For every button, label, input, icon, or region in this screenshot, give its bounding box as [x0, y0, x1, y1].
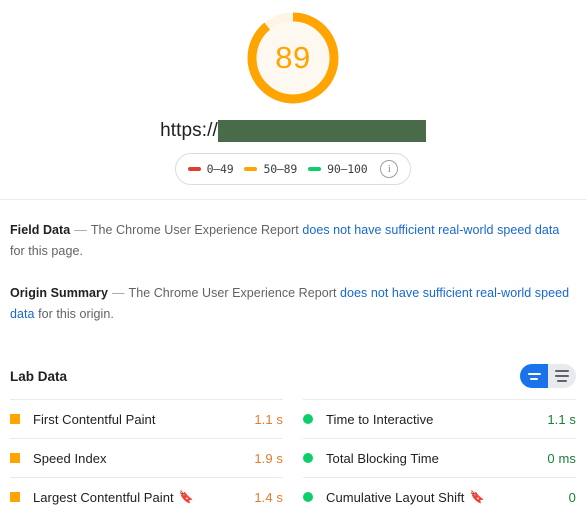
field-data-dash: — [74, 223, 87, 237]
origin-summary-text-before: The Chrome User Experience Report [128, 286, 337, 300]
field-data-section: Field Data — The Chrome User Experience Re… [0, 220, 586, 325]
compact-view-icon-line-1 [527, 372, 541, 375]
legend-label-good: 90–100 [327, 162, 368, 176]
origin-summary-title: Origin Summary [10, 286, 108, 300]
metric-name: Speed Index [33, 450, 107, 466]
table-row[interactable]: Largest Contentful Paint 🔖 1.4 s [10, 477, 283, 516]
field-data-text-before: The Chrome User Experience Report [90, 223, 299, 237]
metric-name: Total Blocking Time [326, 450, 439, 466]
metric-status-circle-icon [303, 492, 313, 502]
core-web-vital-flag-icon: 🔖 [469, 490, 485, 504]
audited-url-row: https:// [0, 120, 586, 142]
gauge-score-text: 89 [275, 40, 311, 75]
field-data-title: Field Data [10, 223, 71, 237]
legend-dash-average-icon [244, 167, 258, 171]
metric-status-circle-icon [303, 414, 313, 424]
legend-label-fail: 0–49 [206, 162, 234, 176]
legend-dash-good-icon [308, 167, 322, 171]
origin-summary-paragraph: Origin Summary — The Chrome User Experienc… [10, 283, 576, 325]
metric-status-square-icon [10, 492, 20, 502]
info-icon[interactable]: i [380, 160, 399, 178]
lighthouse-report-page: { "gauge": { "score": "89", "score_value… [0, 0, 586, 525]
lab-data-title: Lab Data [10, 368, 68, 384]
table-row[interactable]: Speed Index 1.9 s [10, 438, 283, 477]
metric-name: First Contentful Paint [33, 411, 156, 427]
field-data-link[interactable]: does not have sufficient real-world spee… [302, 223, 559, 237]
origin-summary-dash: — [111, 286, 125, 300]
compact-view-icon-line-2 [530, 377, 538, 380]
metric-name: Cumulative Layout Shift [326, 489, 465, 505]
metric-value: 1.1 s [547, 411, 576, 427]
field-data-text-after: for this page. [10, 244, 83, 258]
score-legend-row: 0–49 50–89 90–100 i [0, 153, 586, 185]
score-gauge-container: 89 [0, 0, 586, 108]
legend-dash-fail-icon [187, 167, 201, 171]
legend-item-good: 90–100 [308, 162, 368, 176]
url-scheme-text: https:// [160, 120, 218, 141]
origin-summary-text-after: for this origin. [38, 307, 114, 321]
metric-value: 0 ms [547, 450, 576, 466]
metric-value: 1.9 s [254, 450, 283, 466]
expanded-view-icon-line-2 [555, 375, 569, 377]
metric-value: 1.1 s [254, 411, 283, 427]
field-data-paragraph: Field Data — The Chrome User Experience Re… [10, 220, 576, 262]
legend-label-average: 50–89 [263, 162, 298, 176]
expanded-view-icon-line-1 [555, 370, 569, 372]
lab-data-view-toggle[interactable] [520, 364, 576, 388]
metric-status-square-icon [10, 453, 20, 463]
table-row[interactable]: First Contentful Paint 1.1 s [10, 399, 283, 438]
toggle-expanded-view-button[interactable] [548, 364, 576, 388]
table-row[interactable]: Total Blocking Time 0 ms [303, 438, 576, 477]
metric-value: 0 [568, 489, 576, 505]
metric-status-circle-icon [303, 453, 313, 463]
metric-status-square-icon [10, 414, 20, 424]
metric-name: Time to Interactive [326, 411, 434, 427]
expanded-view-icon-line-3 [557, 380, 567, 382]
score-legend: 0–49 50–89 90–100 i [174, 153, 412, 185]
metric-name: Largest Contentful Paint [33, 489, 174, 505]
lab-metrics-column-left: First Contentful Paint 1.1 s Speed Index… [10, 399, 283, 516]
performance-score-gauge[interactable]: 89 [243, 8, 343, 108]
lab-data-header: Lab Data [0, 363, 586, 389]
url-redaction-block [217, 120, 426, 142]
toggle-compact-view-button[interactable] [520, 364, 548, 388]
legend-item-average: 50–89 [244, 162, 297, 176]
legend-item-fail: 0–49 [187, 162, 234, 176]
lab-metrics-column-right: Time to Interactive 1.1 s Total Blocking… [303, 399, 576, 516]
metric-value: 1.4 s [254, 489, 283, 505]
table-row[interactable]: Time to Interactive 1.1 s [303, 399, 576, 438]
core-web-vital-flag-icon: 🔖 [178, 490, 194, 504]
header-divider [0, 199, 586, 200]
lab-metrics-grid: First Contentful Paint 1.1 s Speed Index… [0, 399, 586, 516]
table-row[interactable]: Cumulative Layout Shift 🔖 0 [303, 477, 576, 516]
